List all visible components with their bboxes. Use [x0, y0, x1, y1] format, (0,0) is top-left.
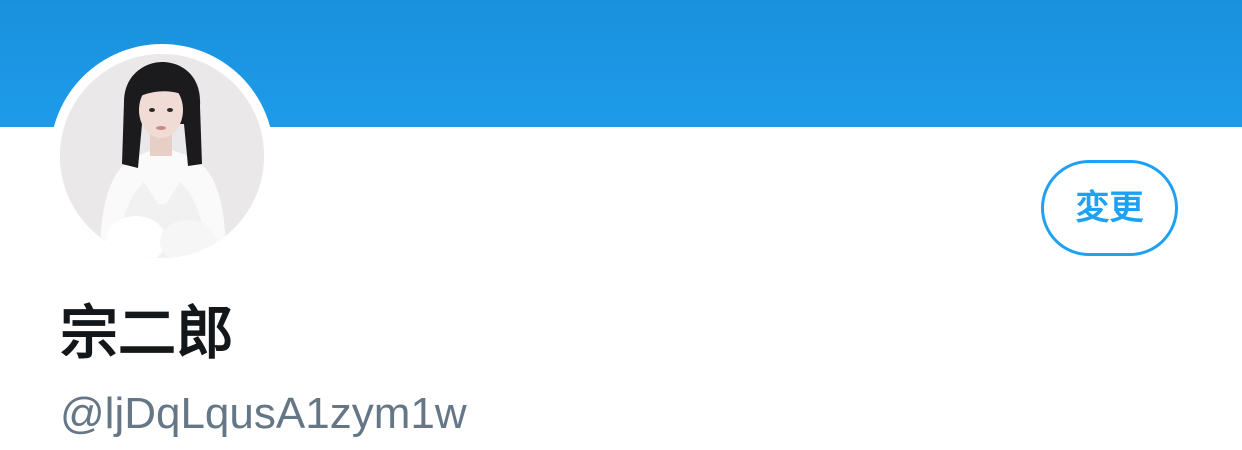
username-handle: @ljDqLqusA1zym1w	[60, 389, 467, 438]
avatar[interactable]	[50, 44, 274, 268]
avatar-photo	[60, 54, 264, 258]
edit-profile-button[interactable]: 変更	[1041, 160, 1178, 256]
display-name: 宗二郎	[60, 299, 235, 367]
